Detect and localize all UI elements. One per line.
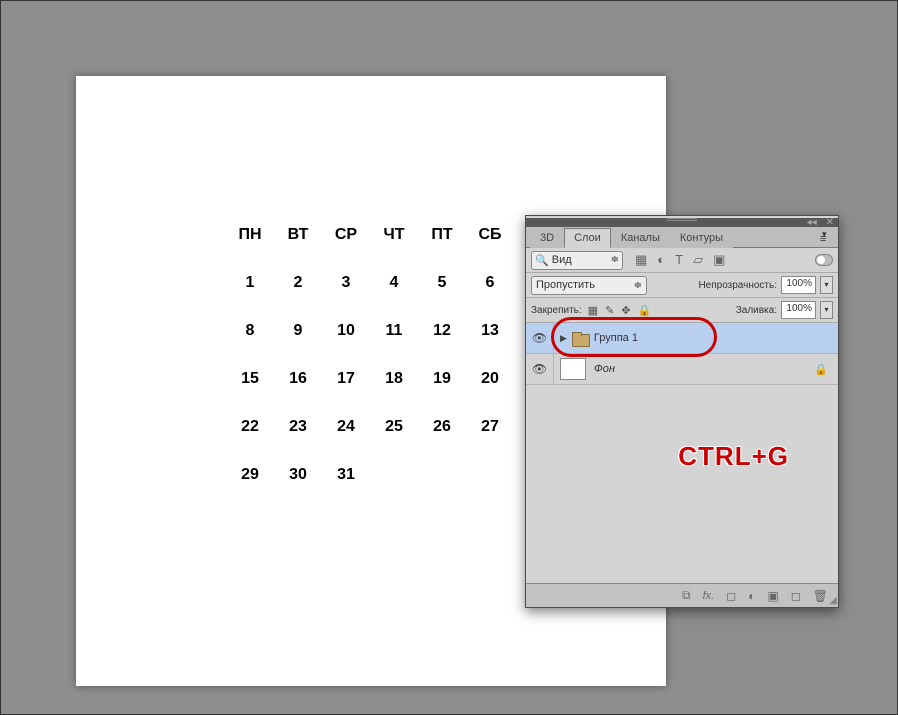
- day-cell: 3: [322, 274, 370, 292]
- day-cell: 10: [322, 322, 370, 340]
- day-cell: 29: [226, 466, 274, 484]
- link-layers-icon[interactable]: ⧉: [682, 588, 691, 603]
- day-cell: 12: [418, 322, 466, 340]
- blend-row: Пропустить Непрозрачность: 100% ▾: [526, 273, 838, 298]
- layer-row-group[interactable]: 👁 ▶ Группа 1: [526, 323, 838, 354]
- day-cell: 18: [370, 370, 418, 388]
- day-cell: 1: [226, 274, 274, 292]
- day-cell: 25: [370, 418, 418, 436]
- layer-thumbnail[interactable]: [560, 358, 586, 380]
- filter-pixel-icon[interactable]: ▦: [635, 252, 647, 268]
- day-header: ПТ: [418, 226, 466, 244]
- day-cell: 17: [322, 370, 370, 388]
- tab-3d[interactable]: 3D: [530, 228, 564, 248]
- day-cell: 16: [274, 370, 322, 388]
- panel-tabs: 3D Слои Каналы Контуры: [526, 227, 838, 248]
- day-header: СР: [322, 226, 370, 244]
- day-cell: 23: [274, 418, 322, 436]
- day-cell: 20: [466, 370, 514, 388]
- delete-layer-icon[interactable]: 🗑: [813, 589, 828, 603]
- panel-menu-icon[interactable]: [820, 230, 834, 242]
- fill-field[interactable]: 100%: [781, 301, 816, 319]
- day-header: ВТ: [274, 226, 322, 244]
- lock-brush-icon[interactable]: ✎: [605, 304, 614, 317]
- new-layer-icon[interactable]: ◻: [791, 589, 801, 603]
- lock-icon: 🔒: [814, 363, 828, 376]
- tab-channels[interactable]: Каналы: [611, 228, 670, 248]
- lock-pixels-icon[interactable]: ▦: [588, 304, 598, 317]
- tab-paths[interactable]: Контуры: [670, 228, 733, 248]
- fill-dropdown-icon[interactable]: ▾: [820, 301, 833, 319]
- day-cell: 22: [226, 418, 274, 436]
- opacity-label: Непрозрачность:: [698, 280, 777, 291]
- filter-row: 🔍 Вид ▦ ◐ T ▱ ▣: [526, 248, 838, 273]
- day-header: СБ: [466, 226, 514, 244]
- visibility-toggle[interactable]: 👁: [526, 323, 554, 353]
- filter-type-icon[interactable]: T: [675, 252, 683, 268]
- calendar-row: 22 23 24 25 26 27 28: [226, 418, 566, 436]
- opacity-dropdown-icon[interactable]: ▾: [820, 276, 833, 294]
- day-cell: 19: [418, 370, 466, 388]
- lock-all-icon[interactable]: 🔒: [638, 304, 652, 317]
- calendar-row: 15 16 17 18 19 20 21: [226, 370, 566, 388]
- calendar-row: 8 9 10 11 12 13 14: [226, 322, 566, 340]
- day-cell: 13: [466, 322, 514, 340]
- search-icon: 🔍: [535, 254, 549, 267]
- day-header: ЧТ: [370, 226, 418, 244]
- day-cell: 9: [274, 322, 322, 340]
- day-cell: 26: [418, 418, 466, 436]
- kind-label: Вид: [552, 254, 572, 266]
- day-cell: 8: [226, 322, 274, 340]
- layers-panel: ◂◂ ✕ 3D Слои Каналы Контуры 🔍 Вид ▦ ◐ T …: [525, 215, 839, 608]
- day-header: ПН: [226, 226, 274, 244]
- blend-mode-value: Пропустить: [536, 279, 595, 291]
- filter-shape-icon[interactable]: ▱: [693, 252, 703, 268]
- add-mask-icon[interactable]: ◻: [726, 589, 736, 603]
- day-cell: 15: [226, 370, 274, 388]
- fill-label: Заливка:: [736, 305, 777, 316]
- day-cell: 27: [466, 418, 514, 436]
- tab-layers[interactable]: Слои: [564, 228, 611, 248]
- panel-grip[interactable]: ◂◂ ✕: [526, 218, 838, 227]
- shortcut-annotation: CTRL+G: [678, 441, 789, 472]
- day-cell: 6: [466, 274, 514, 292]
- folder-icon: [572, 332, 588, 345]
- filter-toggle[interactable]: [815, 254, 833, 266]
- day-cell: [418, 466, 466, 484]
- new-group-icon[interactable]: ▣: [767, 589, 778, 603]
- filter-smart-icon[interactable]: ▣: [713, 252, 725, 268]
- panel-footer: ⧉ fx. ◻ ◐ ▣ ◻ 🗑: [526, 583, 838, 607]
- calendar-header-row: ПН ВТ СР ЧТ ПТ СБ ВС: [226, 226, 566, 244]
- day-cell: 30: [274, 466, 322, 484]
- layer-row-background[interactable]: 👁 Фон 🔒: [526, 354, 838, 385]
- resize-grip[interactable]: ◢: [829, 595, 837, 606]
- layer-name[interactable]: Фон: [594, 363, 615, 375]
- lock-label: Закрепить:: [531, 305, 582, 316]
- day-cell: 4: [370, 274, 418, 292]
- layer-name[interactable]: Группа 1: [594, 332, 638, 344]
- day-cell: 2: [274, 274, 322, 292]
- layer-style-icon[interactable]: fx.: [703, 590, 715, 602]
- day-cell: 31: [322, 466, 370, 484]
- blend-mode-select[interactable]: Пропустить: [531, 276, 647, 295]
- day-cell: [370, 466, 418, 484]
- kind-select[interactable]: 🔍 Вид: [531, 251, 623, 270]
- calendar-grid: ПН ВТ СР ЧТ ПТ СБ ВС 1 2 3 4 5 6 7 8 9 1…: [226, 226, 566, 514]
- adjustment-layer-icon[interactable]: ◐: [748, 589, 755, 603]
- opacity-field[interactable]: 100%: [781, 276, 816, 294]
- day-cell: 5: [418, 274, 466, 292]
- day-cell: [466, 466, 514, 484]
- calendar-row: 1 2 3 4 5 6 7: [226, 274, 566, 292]
- disclosure-icon[interactable]: ▶: [560, 333, 567, 344]
- lock-position-icon[interactable]: ✥: [621, 304, 630, 317]
- day-cell: 24: [322, 418, 370, 436]
- visibility-toggle[interactable]: 👁: [526, 354, 554, 384]
- filter-adjust-icon[interactable]: ◐: [657, 252, 665, 268]
- day-cell: 11: [370, 322, 418, 340]
- calendar-row: 29 30 31: [226, 466, 566, 484]
- lock-row: Закрепить: ▦ ✎ ✥ 🔒 Заливка: 100% ▾: [526, 298, 838, 323]
